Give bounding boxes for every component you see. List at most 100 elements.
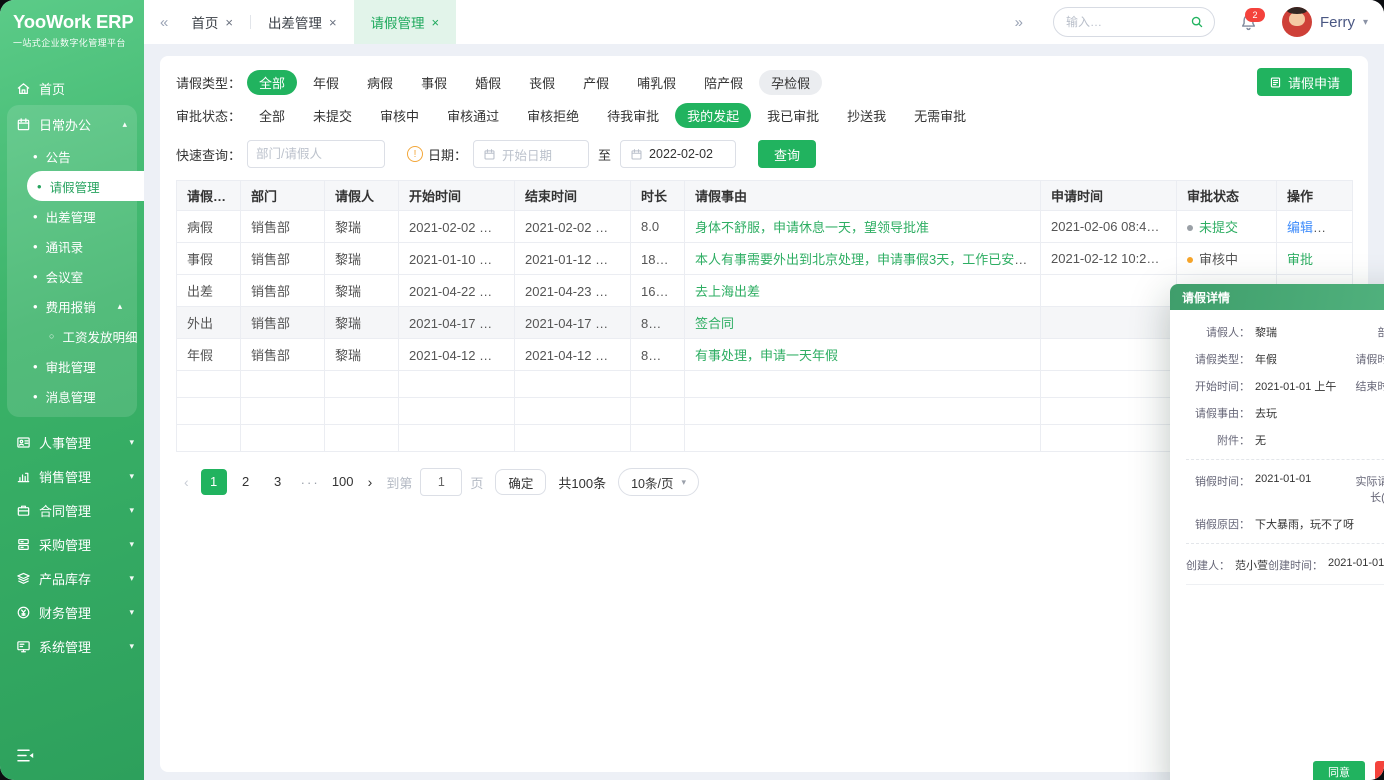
tabs-scroll-left-button[interactable]: «	[154, 14, 174, 31]
cell-person: 黎瑞	[325, 243, 399, 275]
detail-field: 附件：无	[1186, 432, 1350, 448]
delete-action-link[interactable]: 删除	[1325, 220, 1351, 235]
filter-pill[interactable]: 未提交	[301, 103, 364, 128]
tab-home[interactable]: 首页×	[174, 0, 250, 44]
sidebar-item-contacts[interactable]: •通讯录	[7, 231, 137, 261]
confirm-page-button[interactable]: 确定	[495, 469, 546, 495]
edit-action-link[interactable]: 编辑	[1287, 220, 1313, 235]
page-jump-input[interactable]	[420, 468, 462, 496]
sidebar-item-daily-office[interactable]: 日常办公▴	[7, 107, 137, 141]
sidebar: YooWork ERP 一站式企业数字化管理平台 首页日常办公▴•公告•请假管理…	[0, 0, 144, 780]
page-size-value: 10条/页	[631, 473, 673, 492]
query-button[interactable]: 查询	[758, 140, 816, 168]
sidebar-item-message-management[interactable]: •消息管理	[7, 381, 137, 411]
leave-reason-link[interactable]: 本人有事需要外出到北京处理，申请事假3天，工作已安排妥当，请领…	[695, 252, 1041, 267]
avatar[interactable]	[1282, 7, 1312, 37]
page-size-select[interactable]: 10条/页▾	[618, 468, 699, 496]
search-box[interactable]	[1053, 7, 1215, 37]
sidebar-item-purchase[interactable]: 采购管理▾	[0, 527, 144, 561]
sidebar-item-approval-management[interactable]: •审批管理	[7, 351, 137, 381]
sidebar-item-contract[interactable]: 合同管理▾	[0, 493, 144, 527]
cell-duration: 16小时	[631, 275, 685, 307]
page-number[interactable]: 2	[233, 469, 259, 495]
sidebar-item-expense[interactable]: •费用报销▴	[7, 291, 137, 321]
sidebar-item-finance[interactable]: 财务管理▾	[0, 595, 144, 629]
approval-status-pills: 全部未提交审核中审核通过审核拒绝待我审批我的发起我已审批抄送我无需审批	[247, 103, 982, 128]
cell-actions: 编辑删除	[1277, 211, 1353, 243]
sidebar-item-business-trip[interactable]: •出差管理	[7, 201, 137, 231]
filter-pill[interactable]: 全部	[247, 103, 297, 128]
filter-pill[interactable]: 审核中	[368, 103, 431, 128]
close-icon[interactable]: ×	[329, 15, 337, 30]
filter-pill[interactable]: 年假	[301, 70, 351, 95]
field-value: 黎瑞	[1255, 324, 1277, 340]
sidebar-item-leave-management[interactable]: •请假管理	[27, 171, 144, 201]
filter-pill[interactable]: 抄送我	[835, 103, 898, 128]
tab-leave-management[interactable]: 请假管理×	[354, 0, 457, 44]
sidebar-item-salary-details[interactable]: ○工资发放明细	[7, 321, 137, 351]
bullet-icon: •	[33, 270, 38, 283]
close-icon[interactable]: ×	[432, 15, 440, 30]
field-label: 部门：	[1350, 324, 1384, 340]
filter-pill[interactable]: 婚假	[463, 70, 513, 95]
sales-label: 销售管理	[39, 467, 119, 486]
leave-reason-link[interactable]: 身体不舒服，申请休息一天，望领导批准	[695, 220, 929, 235]
close-icon[interactable]: ×	[225, 15, 233, 30]
cell-dept: 销售部	[241, 243, 325, 275]
filter-pill[interactable]: 丧假	[517, 70, 567, 95]
start-date-input[interactable]: 开始日期	[473, 140, 589, 168]
sidebar-item-meeting-rooms[interactable]: •会议室	[7, 261, 137, 291]
modal-cancel-rows: 销假时间：2021-01-01实际请假时长(天)：1.0 天销假原因：下大暴雨，…	[1186, 473, 1384, 532]
collapse-sidebar-button[interactable]	[0, 738, 144, 780]
user-menu[interactable]: Ferry ▾	[1282, 7, 1368, 37]
filter-pill[interactable]: 事假	[409, 70, 459, 95]
chevron-down-icon[interactable]: ▾	[1363, 17, 1368, 28]
page-number[interactable]: 1	[201, 469, 227, 495]
filter-pill[interactable]: 孕检假	[759, 70, 822, 95]
page-number[interactable]: 100	[330, 469, 356, 495]
filter-pill[interactable]: 审核拒绝	[515, 103, 591, 128]
status-dot-icon	[1187, 225, 1193, 231]
filter-pill[interactable]: 我已审批	[755, 103, 831, 128]
leave-reason-link[interactable]: 有事处理，申请一天年假	[695, 348, 838, 363]
sidebar-item-hr[interactable]: 人事管理▾	[0, 425, 144, 459]
cell-type: 外出	[177, 307, 241, 339]
modal-reject-button[interactable]: 拒绝	[1375, 761, 1384, 780]
cell-dept: 销售部	[241, 275, 325, 307]
approve-action-link[interactable]: 审批	[1287, 252, 1313, 267]
prev-page-button[interactable]: ‹	[178, 474, 195, 490]
filter-pill[interactable]: 产假	[571, 70, 621, 95]
sidebar-item-system[interactable]: 系统管理▾	[0, 629, 144, 663]
filter-pill[interactable]: 无需审批	[902, 103, 978, 128]
filter-pill[interactable]: 陪产假	[692, 70, 755, 95]
cell-apply-time	[1041, 275, 1177, 307]
page-number[interactable]: 3	[265, 469, 291, 495]
notification-bell[interactable]: 2	[1239, 13, 1258, 32]
filter-pill[interactable]: 全部	[247, 70, 297, 95]
cell-reason: 有事处理，申请一天年假	[685, 339, 1041, 371]
filter-pill[interactable]: 哺乳假	[625, 70, 688, 95]
leave-reason-link[interactable]: 去上海出差	[695, 284, 760, 299]
filter-pill[interactable]: 审核通过	[435, 103, 511, 128]
cell-start: 2021-02-02 上午	[399, 211, 515, 243]
sidebar-item-home[interactable]: 首页	[0, 71, 144, 105]
search-icon[interactable]	[1190, 15, 1204, 29]
chevron-down-icon: ▾	[129, 641, 134, 652]
modal-agree-button[interactable]: 同意	[1313, 761, 1365, 780]
sidebar-item-sales[interactable]: 销售管理▾	[0, 459, 144, 493]
column-header: 请假类型	[177, 181, 241, 211]
search-input[interactable]	[1064, 14, 1184, 30]
apply-leave-button[interactable]: 请假申请	[1257, 68, 1352, 96]
next-page-button[interactable]: ›	[362, 474, 379, 490]
sidebar-item-inventory[interactable]: 产品库存▾	[0, 561, 144, 595]
end-date-input[interactable]: 2022-02-02	[620, 140, 736, 168]
column-header: 开始时间	[399, 181, 515, 211]
filter-pill[interactable]: 病假	[355, 70, 405, 95]
quick-query-input[interactable]	[247, 140, 385, 168]
sidebar-item-announcements[interactable]: •公告	[7, 141, 137, 171]
leave-reason-link[interactable]: 签合同	[695, 316, 734, 331]
filter-pill[interactable]: 我的发起	[675, 103, 751, 128]
filter-pill[interactable]: 待我审批	[595, 103, 671, 128]
tabs-scroll-right-button[interactable]: »	[1009, 14, 1029, 31]
tab-business-trip[interactable]: 出差管理×	[251, 0, 354, 44]
